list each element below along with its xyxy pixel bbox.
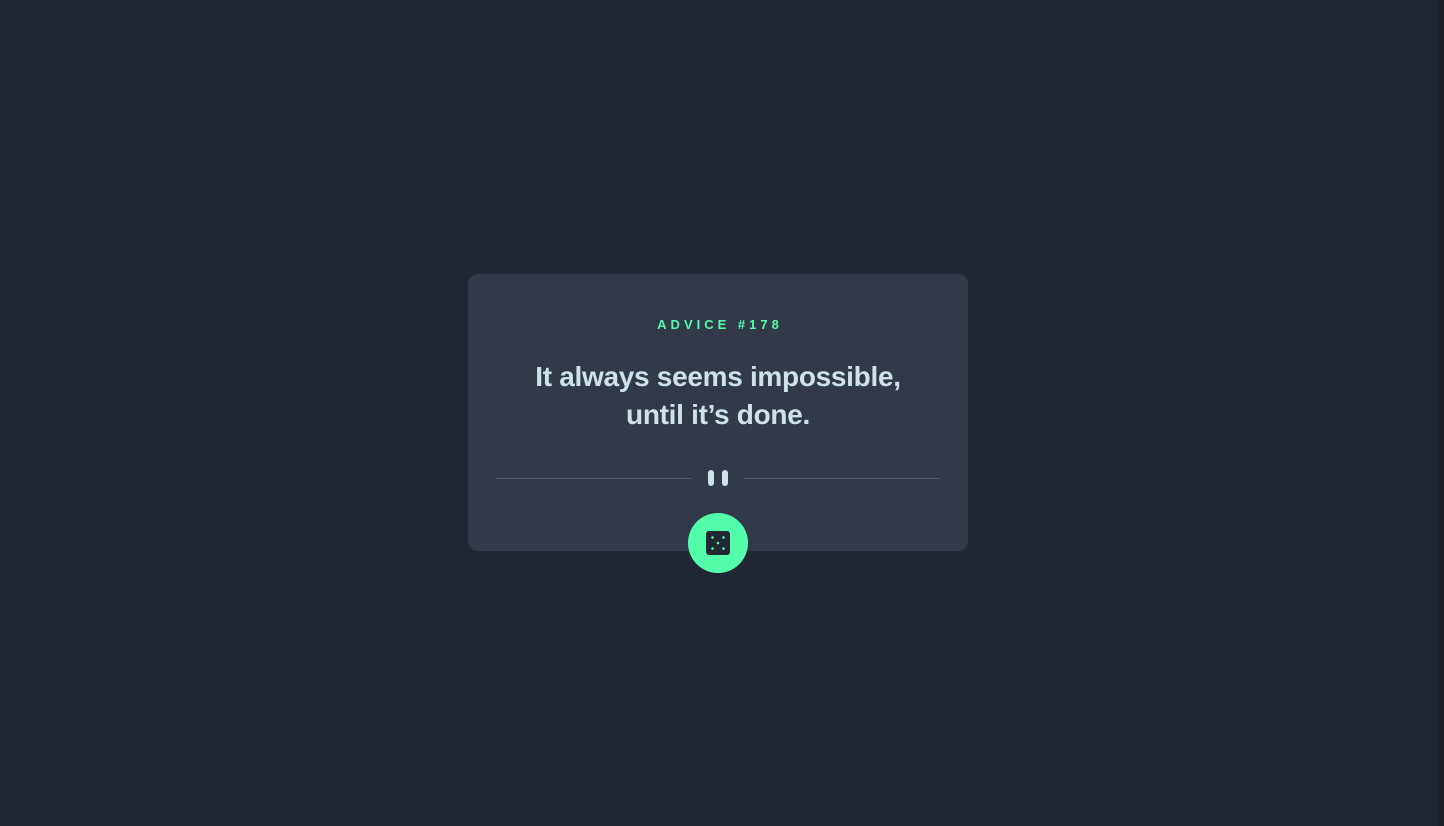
page-edge xyxy=(1438,0,1444,826)
page: ADVICE #178 It always seems impossible, … xyxy=(0,0,1444,826)
advice-id: ADVICE #178 xyxy=(657,317,783,332)
pause-bar-left xyxy=(708,470,714,486)
generate-advice-button[interactable] xyxy=(688,513,748,573)
pause-bar-right xyxy=(722,470,728,486)
divider-line-left xyxy=(496,478,692,479)
advice-quote: It always seems impossible, until it’s d… xyxy=(535,361,901,430)
dice-icon xyxy=(706,531,730,555)
pause-icon xyxy=(708,470,728,486)
divider-line-right xyxy=(744,478,940,479)
advice-card: ADVICE #178 It always seems impossible, … xyxy=(468,274,968,551)
divider xyxy=(496,469,940,487)
